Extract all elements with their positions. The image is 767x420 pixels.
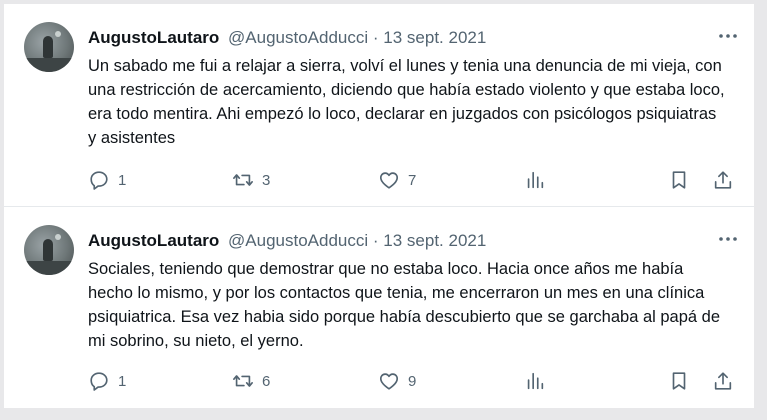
reply-count: 1 [118,171,127,189]
more-options-button[interactable] [716,227,740,251]
tweet-text: Un sabado me fui a relajar a sierra, vol… [88,57,725,147]
tweet-thread: AugustoLautaro @AugustoAdducci · 13 sept… [4,4,754,408]
heart-icon [379,373,399,390]
share-button[interactable] [712,166,734,194]
bookmark-icon [672,171,686,189]
share-icon [714,171,732,189]
bookmark-button[interactable] [668,166,690,194]
retweet-count: 3 [262,171,271,189]
retweet-icon [233,174,253,186]
avatar[interactable] [24,225,74,275]
retweet-button[interactable]: 6 [232,367,270,395]
reply-count: 1 [118,372,127,390]
retweet-icon [233,375,253,387]
tweet-date[interactable]: 13 sept. 2021 [383,28,486,47]
reply-button[interactable]: 1 [88,166,126,194]
bookmark-button[interactable] [668,367,690,395]
author-name[interactable]: AugustoLautaro [88,28,219,47]
tweet[interactable]: AugustoLautaro @AugustoAdducci · 13 sept… [4,4,754,207]
reply-icon [90,372,108,391]
retweet-button[interactable]: 3 [232,166,270,194]
share-button[interactable] [712,367,734,395]
author-handle[interactable]: @AugustoAdducci [228,231,368,250]
more-horizontal-icon [719,237,737,241]
views-button[interactable] [524,166,546,194]
share-icon [714,372,732,390]
like-button[interactable]: 9 [378,367,416,395]
author-handle[interactable]: @AugustoAdducci [228,28,368,47]
reply-icon [90,171,108,190]
more-horizontal-icon [719,34,737,38]
like-button[interactable]: 7 [378,166,416,194]
reply-button[interactable]: 1 [88,367,126,395]
action-bar: 1 3 7 [4,166,754,194]
bookmark-icon [672,372,686,390]
tweet-text: Sociales, teniendo que demostrar que no … [88,260,721,350]
author-name[interactable]: AugustoLautaro [88,231,219,250]
tweet-header: AugustoLautaro @AugustoAdducci · 13 sept… [88,229,486,253]
tweet-header: AugustoLautaro @AugustoAdducci · 13 sept… [88,26,486,50]
views-chart-icon [527,372,544,390]
avatar[interactable] [24,22,74,72]
like-count: 9 [408,372,417,390]
tweet[interactable]: AugustoLautaro @AugustoAdducci · 13 sept… [4,207,754,408]
views-chart-icon [527,171,544,189]
like-count: 7 [408,171,417,189]
heart-icon [379,172,399,189]
more-options-button[interactable] [716,24,740,48]
tweet-date[interactable]: 13 sept. 2021 [383,231,486,250]
separator-dot: · [372,231,379,250]
action-bar: 1 6 9 [4,367,754,395]
views-button[interactable] [524,367,546,395]
separator-dot: · [372,28,379,47]
retweet-count: 6 [262,372,271,390]
